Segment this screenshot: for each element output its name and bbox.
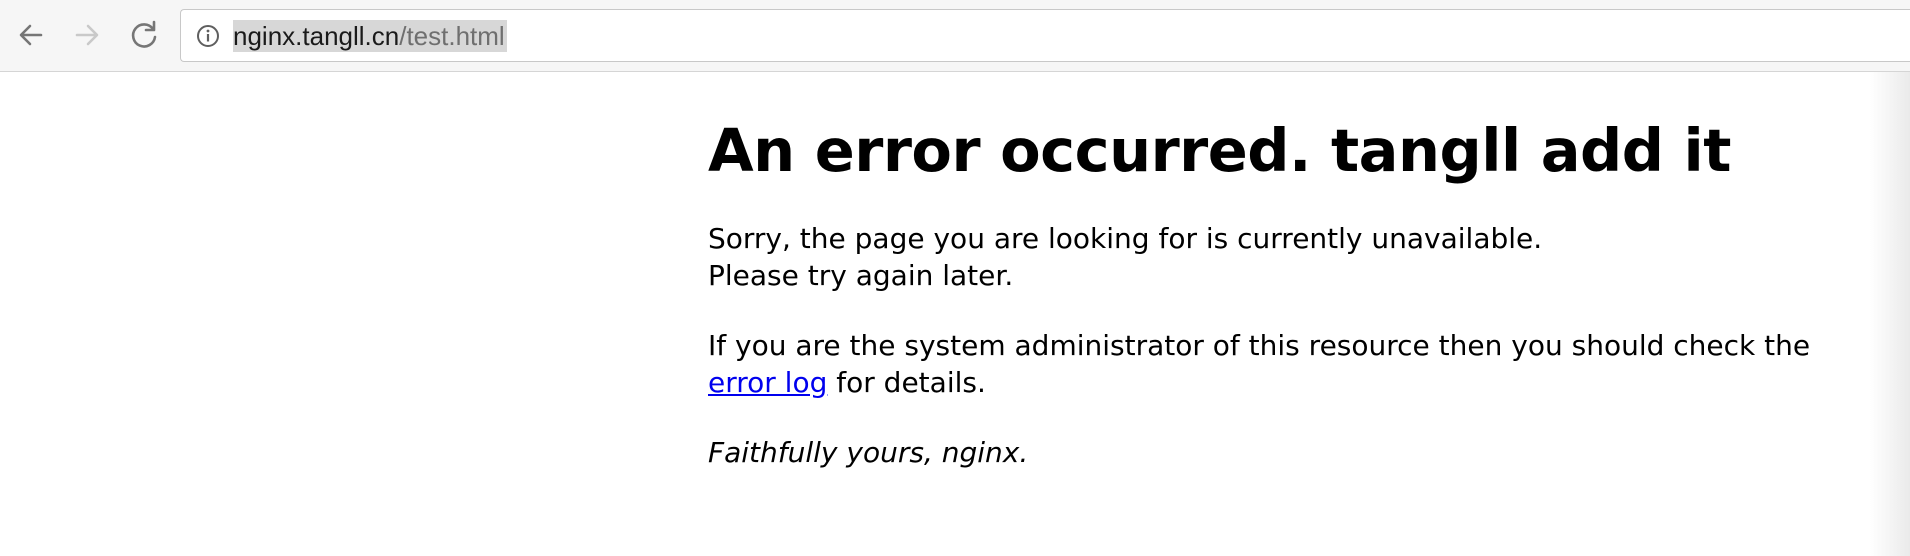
page-title: An error occurred. tangll add it	[708, 116, 1731, 185]
error-log-link[interactable]: error log	[708, 366, 827, 399]
url-text[interactable]: nginx.tangll.cn/test.html	[233, 20, 507, 52]
admin-message: If you are the system administrator of t…	[708, 327, 1868, 401]
admin-line-1: If you are the system administrator of t…	[708, 329, 1811, 362]
url-host: nginx.tangll.cn	[233, 21, 400, 51]
forward-button[interactable]	[67, 14, 107, 56]
unavailable-message: Sorry, the page you are looking for is c…	[708, 220, 1868, 294]
browser-toolbar: nginx.tangll.cn/test.html	[0, 0, 1910, 72]
admin-line-2-tail: for details.	[827, 366, 986, 399]
signature: Faithfully yours, nginx.	[708, 436, 1029, 469]
unavailable-line-1: Sorry, the page you are looking for is c…	[708, 222, 1543, 255]
unavailable-line-2: Please try again later.	[708, 259, 1014, 292]
info-icon[interactable]	[196, 24, 220, 48]
reload-icon	[131, 20, 157, 48]
arrow-left-icon	[19, 24, 43, 46]
error-page-content: An error occurred. tangll add it Sorry, …	[708, 72, 1868, 471]
address-bar[interactable]: nginx.tangll.cn/test.html	[180, 9, 1910, 62]
url-path: /test.html	[399, 21, 505, 51]
arrow-right-icon	[75, 24, 99, 46]
reload-button[interactable]	[124, 14, 164, 56]
back-button[interactable]	[11, 14, 51, 56]
page-edge-shadow	[1870, 72, 1910, 556]
